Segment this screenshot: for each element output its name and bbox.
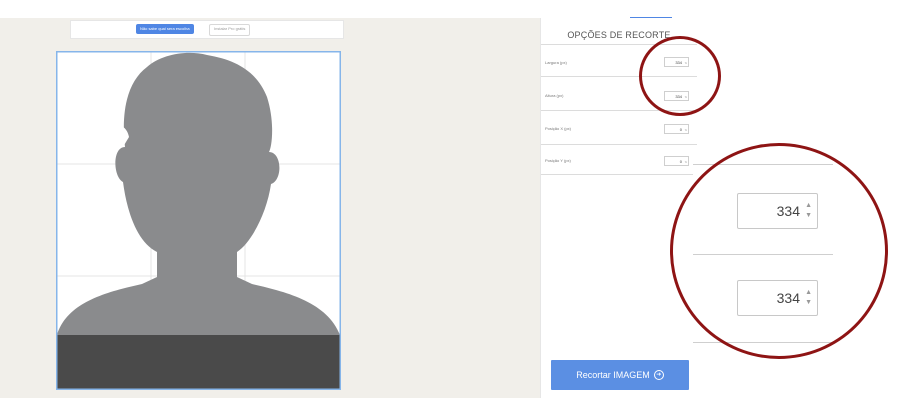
top-strip: [0, 0, 908, 18]
divider: [541, 174, 697, 175]
pos-x-label: Posição X (px): [545, 126, 572, 131]
pos-y-value: 0: [679, 159, 682, 164]
pos-x-input[interactable]: 0 ⇅: [664, 124, 689, 134]
toolbar-secondary-button[interactable]: Instalar Pro grátis: [209, 24, 251, 36]
crop-button-label: Recortar IMAGEM: [576, 370, 650, 380]
avatar-silhouette-image: [57, 52, 340, 389]
toolbar-primary-button[interactable]: Não sabe qual sera escolha: [136, 24, 194, 34]
annotation-circle-small: [639, 36, 721, 116]
top-toolbar: Não sabe qual sera escolha Instalar Pro …: [70, 20, 344, 39]
divider: [541, 144, 697, 145]
spinner-icon[interactable]: ⇅: [684, 125, 687, 135]
crop-area[interactable]: [56, 51, 341, 390]
pos-x-value: 0: [679, 127, 682, 132]
pos-y-label: Posição Y (px): [545, 158, 571, 163]
height-label: Altura (px): [545, 93, 564, 98]
spinner-icon[interactable]: ⇅: [684, 157, 687, 167]
pos-y-input[interactable]: 0 ⇅: [664, 156, 689, 166]
crop-image-button[interactable]: Recortar IMAGEM ➜: [551, 360, 689, 390]
arrow-circle-icon: ➜: [653, 370, 664, 380]
annotation-circle-large: [670, 143, 888, 359]
width-label: Largura (px): [545, 60, 567, 65]
